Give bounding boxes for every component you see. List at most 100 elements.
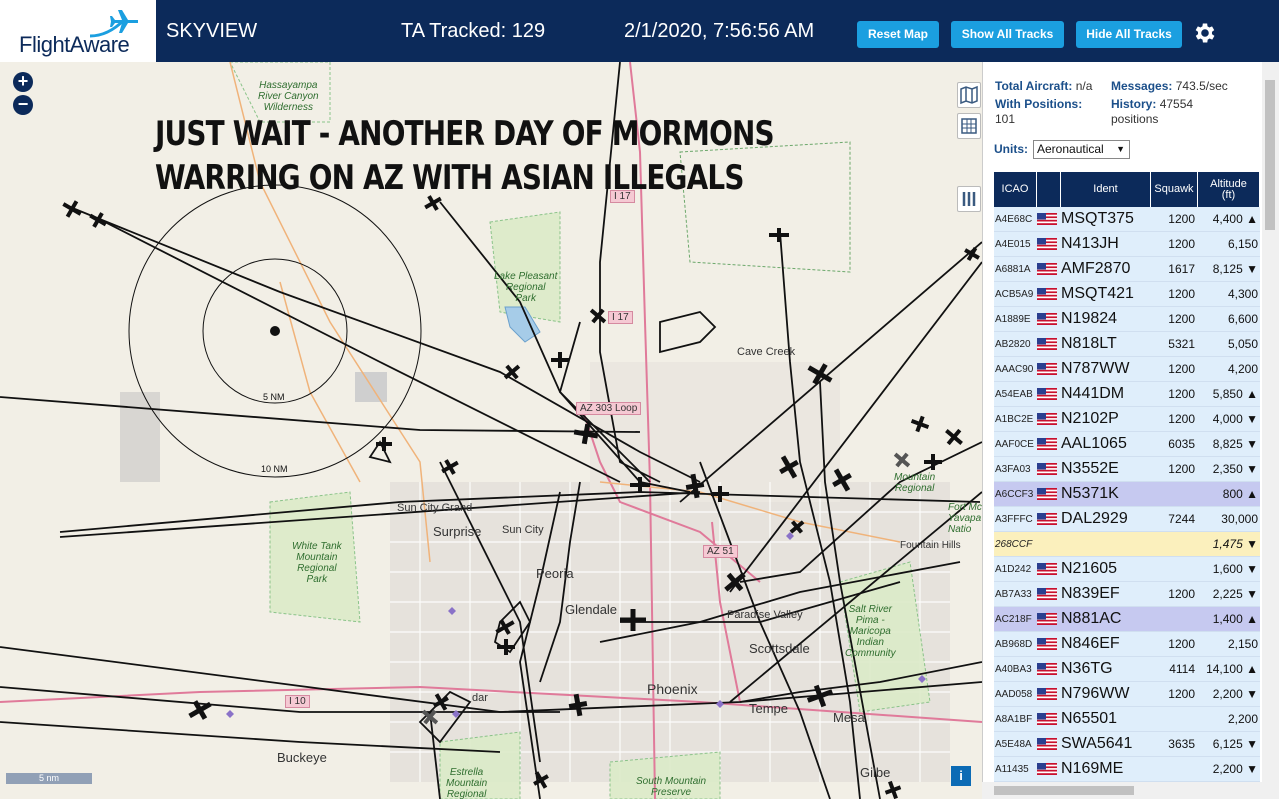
flag-cell bbox=[1037, 407, 1061, 431]
ident-cell bbox=[1061, 532, 1151, 556]
flag-cell bbox=[1037, 457, 1061, 481]
park-mcdowell: Mountain Regional bbox=[894, 472, 936, 494]
icao-cell: AAD058 bbox=[995, 688, 1033, 700]
column-squawk[interactable]: Squawk bbox=[1151, 172, 1198, 207]
ident-cell: N21605 bbox=[1061, 560, 1118, 577]
messages-label: Messages: bbox=[1111, 79, 1173, 93]
zoom-out-button[interactable]: − bbox=[13, 95, 33, 115]
table-row[interactable]: A8A1BF N65501 2,200 bbox=[994, 707, 1260, 732]
highway-az51: AZ 51 bbox=[703, 545, 738, 558]
table-row[interactable]: A3FFFC DAL2929 7244 30,000 bbox=[994, 507, 1260, 532]
column-icao[interactable]: ICAO bbox=[994, 172, 1037, 207]
ident-cell: N818LT bbox=[1061, 335, 1117, 352]
altitude-cell: 2,200 ▼ bbox=[1212, 687, 1258, 701]
ident-cell: N36TG bbox=[1061, 660, 1113, 677]
altitude-cell: 4,300 bbox=[1227, 287, 1258, 301]
icao-cell: A6881A bbox=[995, 263, 1031, 275]
gear-icon[interactable] bbox=[1192, 20, 1218, 46]
ring-label-10nm: 10 NM bbox=[261, 464, 288, 474]
column-ident[interactable]: Ident bbox=[1061, 172, 1151, 207]
units-value: Aeronautical bbox=[1037, 142, 1104, 156]
place-scottsdale: Scottsdale bbox=[749, 641, 810, 656]
table-row[interactable]: A4E68C MSQT375 1200 4,400 ▲ bbox=[994, 207, 1260, 232]
table-row[interactable]: ACB5A9 MSQT421 1200 4,300 bbox=[994, 282, 1260, 307]
grid-toggle-button[interactable] bbox=[957, 113, 981, 139]
ident-cell: DAL2929 bbox=[1061, 510, 1128, 527]
horizontal-scrollbar-thumb[interactable] bbox=[994, 786, 1134, 795]
table-row[interactable]: A11435 N169ME 2,200 ▼ bbox=[994, 757, 1260, 782]
flag-cell bbox=[1037, 207, 1061, 231]
units-select[interactable]: Aeronautical ▼ bbox=[1033, 140, 1130, 159]
zoom-in-button[interactable]: + bbox=[13, 72, 33, 92]
table-row[interactable]: A3FA03 N3552E 1200 2,350 ▼ bbox=[994, 457, 1260, 482]
us-flag-icon bbox=[1037, 588, 1057, 600]
place-avondale: dar bbox=[472, 692, 488, 704]
us-flag-icon bbox=[1037, 738, 1057, 750]
table-row[interactable]: AB7A33 N839EF 1200 2,225 ▼ bbox=[994, 582, 1260, 607]
ident-cell: N65501 bbox=[1061, 710, 1118, 727]
squawk-cell bbox=[1151, 482, 1198, 506]
overlay-line-1: JUST WAIT - ANOTHER DAY OF MORMONS bbox=[155, 114, 775, 154]
table-row[interactable]: A5E48A SWA5641 3635 6,125 ▼ bbox=[994, 732, 1260, 757]
table-row[interactable]: A40BA3 N36TG 4114 14,100 ▲ bbox=[994, 657, 1260, 682]
icao-cell: A8A1BF bbox=[995, 713, 1033, 725]
park-white-tank: White Tank Mountain Regional Park bbox=[292, 541, 342, 585]
table-row[interactable]: A4E015 N413JH 1200 6,150 bbox=[994, 232, 1260, 257]
park-estrella: Estrella Mountain Regional bbox=[446, 767, 488, 799]
total-aircraft-stat: Total Aircraft: n/a bbox=[995, 79, 1092, 94]
column-altitude[interactable]: Altitude (ft) bbox=[1198, 172, 1260, 207]
table-row[interactable]: AAAC90 N787WW 1200 4,200 bbox=[994, 357, 1260, 382]
table-row[interactable]: A1889E N19824 1200 6,600 bbox=[994, 307, 1260, 332]
table-row[interactable]: 268CCF 1,475 ▼ bbox=[994, 532, 1260, 557]
reset-map-button[interactable]: Reset Map bbox=[857, 21, 939, 48]
table-row[interactable]: A6CCF3 N5371K 800 ▲ bbox=[994, 482, 1260, 507]
table-row[interactable]: AB2820 N818LT 5321 5,050 bbox=[994, 332, 1260, 357]
table-row[interactable]: A1D242 N21605 1,600 ▼ bbox=[994, 557, 1260, 582]
squawk-cell: 1200 bbox=[1168, 212, 1195, 226]
squawk-cell: 5321 bbox=[1168, 337, 1195, 351]
table-row[interactable]: AAF0CE AAL1065 6035 8,825 ▼ bbox=[994, 432, 1260, 457]
icao-cell: AB2820 bbox=[995, 338, 1031, 350]
scrollbar-thumb[interactable] bbox=[1265, 80, 1275, 230]
info-button[interactable]: i bbox=[951, 766, 971, 786]
icao-cell: A40BA3 bbox=[995, 663, 1032, 675]
flag-cell bbox=[1037, 357, 1061, 381]
table-row[interactable]: A54EAB N441DM 1200 5,850 ▲ bbox=[994, 382, 1260, 407]
table-row[interactable]: AC218F N881AC 1,400 ▲ bbox=[994, 607, 1260, 632]
aircraft-table: ICAO Ident Squawk Altitude (ft) A4E68C MS… bbox=[994, 172, 1260, 782]
map-icon bbox=[960, 85, 978, 105]
hide-all-tracks-button[interactable]: Hide All Tracks bbox=[1076, 21, 1182, 48]
skyview-app: FlightAware SKYVIEW TA Tracked: 129 2/1/… bbox=[0, 0, 1279, 799]
flightaware-logo[interactable]: FlightAware bbox=[0, 0, 160, 62]
flag-cell bbox=[1037, 382, 1061, 406]
show-all-tracks-button[interactable]: Show All Tracks bbox=[951, 21, 1064, 48]
ident-cell: AAL1065 bbox=[1061, 435, 1127, 452]
table-row[interactable]: A1BC2E N2102P 1200 4,000 ▼ bbox=[994, 407, 1260, 432]
aircraft-panel: Total Aircraft: n/a Messages: 743.5/sec … bbox=[982, 62, 1279, 799]
flag-cell bbox=[1037, 707, 1061, 731]
squawk-cell bbox=[1151, 707, 1198, 731]
table-row[interactable]: AB968D N846EF 1200 2,150 bbox=[994, 632, 1260, 657]
panel-toggle-button[interactable] bbox=[957, 186, 981, 212]
panel-horizontal-scrollbar[interactable] bbox=[982, 782, 1262, 799]
squawk-cell: 7244 bbox=[1168, 512, 1195, 526]
flag-cell bbox=[1037, 732, 1061, 756]
squawk-cell: 1200 bbox=[1168, 637, 1195, 651]
table-row[interactable]: AAD058 N796WW 1200 2,200 ▼ bbox=[994, 682, 1260, 707]
ident-cell: SWA5641 bbox=[1061, 735, 1133, 752]
ident-cell: N846EF bbox=[1061, 635, 1120, 652]
park-fort-mcdowell: Fort McDo Yavapa Natio bbox=[948, 502, 982, 535]
history-label: History: bbox=[1111, 97, 1157, 111]
panel-scrollbar[interactable] bbox=[1262, 62, 1279, 799]
total-aircraft-value: n/a bbox=[1075, 79, 1093, 93]
scale-bar: 5 nm bbox=[6, 773, 92, 784]
altitude-cell: 1,475 ▼ bbox=[1212, 537, 1258, 551]
map-view[interactable]: JUST WAIT - ANOTHER DAY OF MORMONS WARRI… bbox=[0, 62, 982, 799]
ident-cell: N169ME bbox=[1061, 760, 1124, 777]
altitude-cell: 5,850 ▲ bbox=[1212, 387, 1258, 401]
map-layer-button[interactable] bbox=[957, 82, 981, 108]
us-flag-icon bbox=[1037, 388, 1057, 400]
table-row[interactable]: A6881A AMF2870 1617 8,125 ▼ bbox=[994, 257, 1260, 282]
park-hassayampa: Hassayampa River Canyon Wilderness bbox=[258, 80, 319, 113]
with-positions-label: With Positions: bbox=[995, 97, 1083, 111]
